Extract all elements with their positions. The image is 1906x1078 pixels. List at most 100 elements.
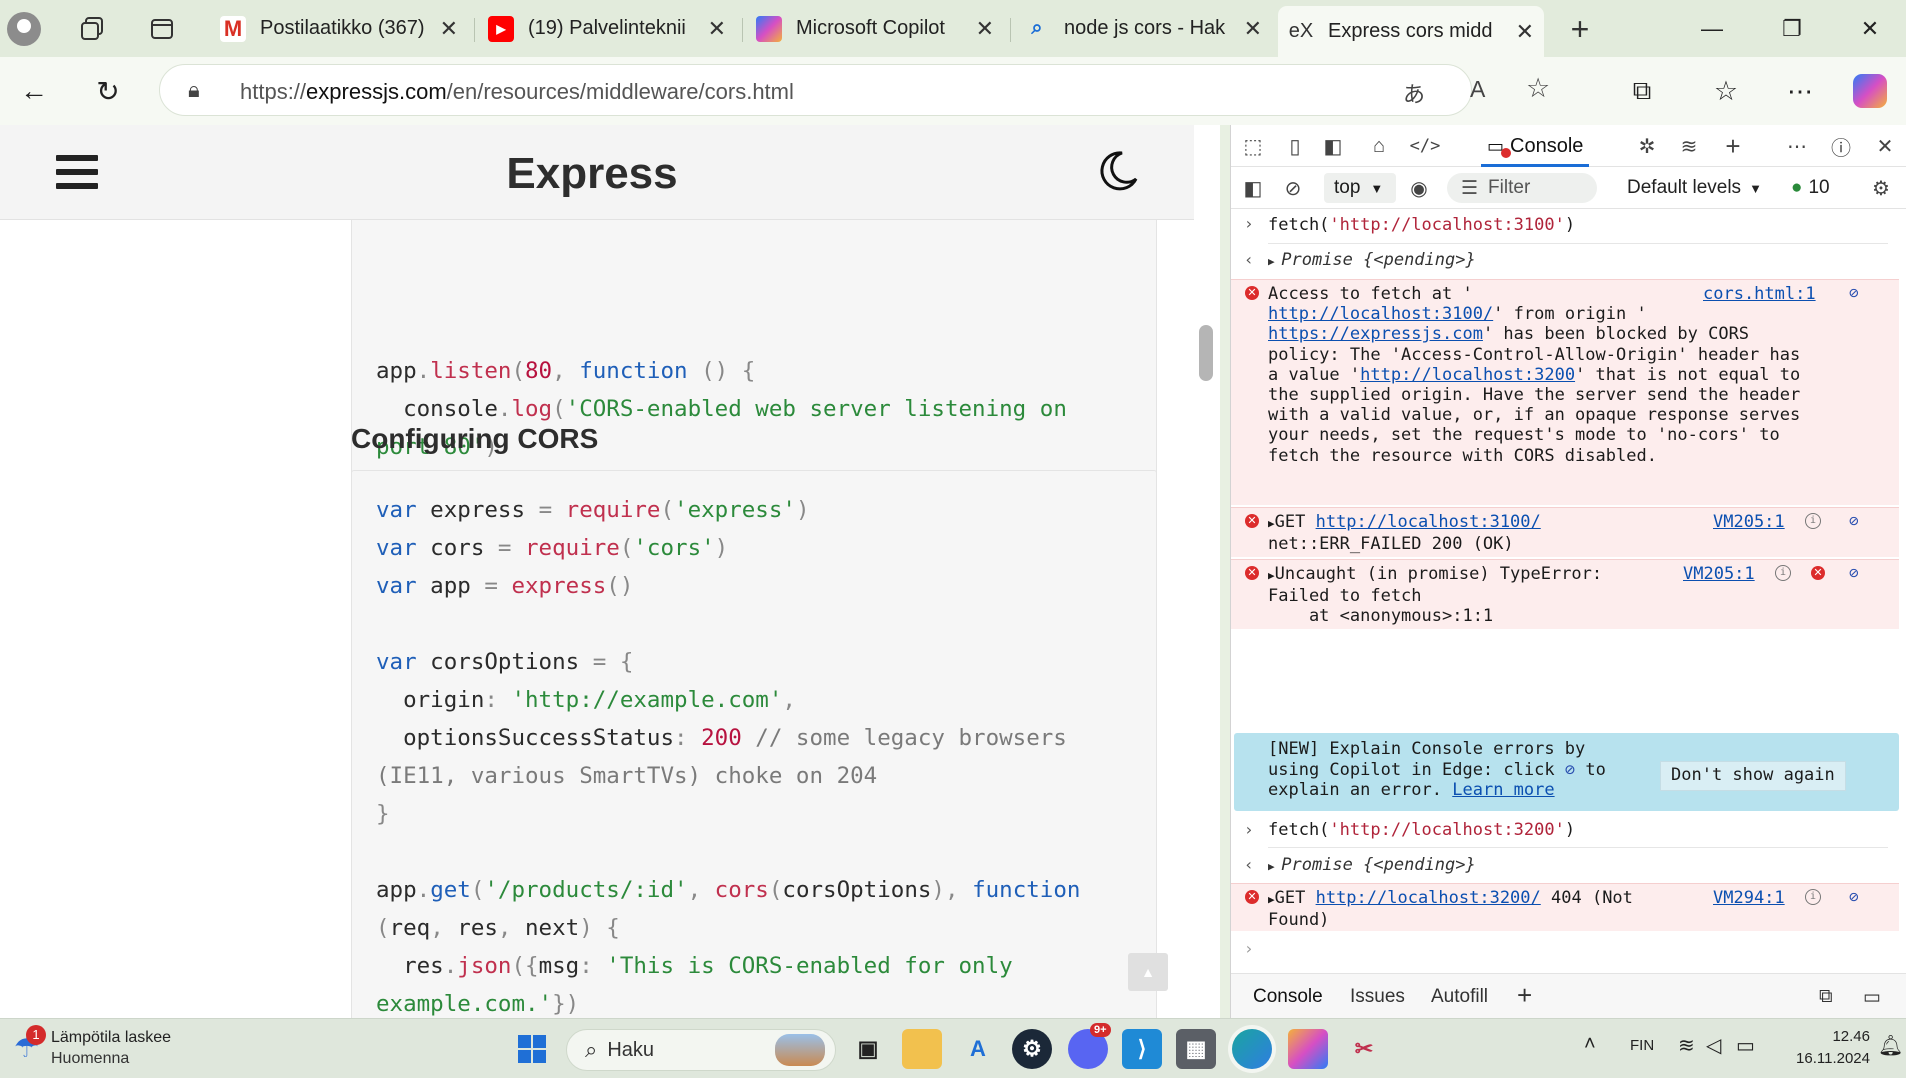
console-prompt[interactable]: › <box>1231 937 1899 967</box>
network-panel-icon[interactable]: i <box>1775 565 1791 581</box>
header-value-link[interactable]: http://localhost:3200 <box>1360 365 1575 385</box>
scroll-to-top-button[interactable]: ▲ <box>1128 953 1168 991</box>
url-text[interactable]: https://expressjs.com/en/resources/middl… <box>240 79 794 105</box>
clear-console-icon[interactable]: ⊘ <box>1277 173 1309 203</box>
weather-widget[interactable]: ☂ 1 Lämpötila laskee Huomenna <box>14 1025 194 1071</box>
favorites-icon[interactable]: ☆ <box>1704 69 1748 113</box>
network-panel-icon[interactable]: i <box>1805 889 1821 905</box>
dock-side-icon[interactable]: ◧ <box>1317 131 1349 161</box>
live-expression-eye-icon[interactable]: ◉ <box>1403 173 1435 203</box>
promise-result[interactable]: ▶ Promise {<pending>} <box>1268 855 1476 877</box>
welcome-home-icon[interactable]: ⌂ <box>1363 131 1395 161</box>
request-url-link[interactable]: http://localhost:3100/ <box>1316 512 1541 532</box>
network-icon[interactable]: ≋ <box>1673 131 1705 161</box>
back-icon[interactable]: ← <box>12 69 56 113</box>
error-badge-icon[interactable]: ✕ <box>1811 566 1825 580</box>
task-view-icon[interactable]: ▣ <box>848 1029 888 1069</box>
steam-icon[interactable]: ⚙ <box>1012 1029 1052 1069</box>
copilot-explain-icon[interactable]: ⊘ <box>1849 512 1867 530</box>
learn-more-link[interactable]: Learn more <box>1452 780 1554 800</box>
close-window-icon[interactable]: ✕ <box>1830 0 1906 57</box>
copilot-explain-icon[interactable]: ⊘ <box>1849 564 1867 582</box>
language-indicator[interactable]: FIN <box>1630 1037 1654 1054</box>
tab-express[interactable]: eX Express cors midd ✕ <box>1278 6 1544 57</box>
notifications-bell-icon[interactable]: 🔔︎ <box>1878 1033 1903 1058</box>
app-icon[interactable]: A <box>958 1029 998 1069</box>
new-tab-icon[interactable]: + <box>1560 9 1600 49</box>
snipping-tool-icon[interactable]: ✂ <box>1344 1029 1384 1069</box>
close-tab-icon[interactable]: ✕ <box>440 16 458 42</box>
debugger-icon[interactable]: ✲ <box>1631 131 1663 161</box>
drawer-tab-issues[interactable]: Issues <box>1350 986 1405 1008</box>
source-link[interactable]: VM294:1 <box>1713 888 1785 908</box>
source-link[interactable]: VM205:1 <box>1713 512 1785 532</box>
origin-link[interactable]: https://expressjs.com <box>1268 324 1483 344</box>
request-url-link[interactable]: http://localhost:3200/ <box>1316 888 1541 908</box>
close-tab-icon[interactable]: ✕ <box>976 16 994 42</box>
network-error-text[interactable]: ▶GET http://localhost:3200/ 404 (Not Fou… <box>1268 888 1633 930</box>
console-input[interactable]: fetch('http://localhost:3100') <box>1268 215 1575 235</box>
paint-icon[interactable] <box>1288 1029 1328 1069</box>
tab-console[interactable]: ▭ Console <box>1481 129 1590 167</box>
drawer-tab-console[interactable]: Console <box>1253 986 1323 1008</box>
filter-input[interactable]: ☰ Filter <box>1447 173 1597 203</box>
page-scrollbar[interactable] <box>1199 325 1213 381</box>
drawer-add-tab-icon[interactable]: + <box>1517 980 1532 1011</box>
tab-copilot[interactable]: Microsoft Copilot ✕ <box>746 6 1004 51</box>
more-tools-plus-icon[interactable]: + <box>1717 131 1749 161</box>
workspaces-icon[interactable] <box>72 9 112 49</box>
calculator-icon[interactable]: ▦ <box>1176 1029 1216 1069</box>
source-link[interactable]: VM205:1 <box>1683 564 1755 584</box>
dont-show-again-button[interactable]: Don't show again <box>1660 761 1846 791</box>
extensions-icon[interactable]: ⧉ <box>1620 69 1664 113</box>
drawer-collapse-icon[interactable]: ▭ <box>1863 986 1881 1009</box>
restore-icon[interactable]: ❐ <box>1752 0 1832 57</box>
battery-icon[interactable]: ▭ <box>1736 1033 1755 1058</box>
address-bar[interactable]: 🔒︎ https://expressjs.com/en/resources/mi… <box>159 64 1550 116</box>
close-tab-icon[interactable]: ✕ <box>1516 19 1534 45</box>
profile-avatar[interactable] <box>4 9 44 49</box>
site-title[interactable]: Express <box>0 149 1184 199</box>
console-settings-gear-icon[interactable]: ⚙ <box>1865 173 1897 203</box>
favorite-star-icon[interactable]: ☆ <box>1526 73 1550 104</box>
log-levels-dropdown[interactable]: Default levels ▼ <box>1627 177 1762 199</box>
vscode-icon[interactable]: ⟩ <box>1122 1029 1162 1069</box>
copilot-explain-icon[interactable]: ⊘ <box>1849 284 1867 302</box>
wifi-icon[interactable]: ≋ <box>1678 1033 1695 1058</box>
drawer-tab-autofill[interactable]: Autofill <box>1431 986 1488 1008</box>
dark-mode-icon[interactable] <box>1096 149 1140 193</box>
taskbar-search[interactable]: ⌕ Haku <box>566 1029 836 1071</box>
copilot-sidebar-icon[interactable] <box>1848 69 1892 113</box>
sidebar-toggle-icon[interactable]: ◧ <box>1237 173 1269 203</box>
context-selector[interactable]: top ▼ <box>1324 173 1396 203</box>
close-tab-icon[interactable]: ✕ <box>1244 16 1262 42</box>
device-emulation-icon[interactable]: ▯ <box>1279 131 1311 161</box>
volume-icon[interactable]: ◁ <box>1706 1033 1721 1058</box>
close-devtools-icon[interactable]: ✕ <box>1869 131 1901 161</box>
message-count-badge[interactable]: ● 10 <box>1791 177 1830 199</box>
minimize-icon[interactable]: — <box>1672 0 1752 57</box>
edge-browser-icon[interactable] <box>1232 1029 1272 1069</box>
help-icon[interactable]: ⓘ <box>1825 131 1857 161</box>
network-panel-icon[interactable]: i <box>1805 513 1821 529</box>
elements-icon[interactable]: </> <box>1409 131 1441 161</box>
inspect-element-icon[interactable]: ⬚ <box>1237 131 1269 161</box>
close-tab-icon[interactable]: ✕ <box>708 16 726 42</box>
network-error-text[interactable]: ▶GET http://localhost:3100/ net::ERR_FAI… <box>1268 512 1541 554</box>
show-hidden-icons[interactable]: ˄ <box>1584 1033 1596 1056</box>
refresh-icon[interactable]: ↻ <box>86 69 130 113</box>
tab-gmail[interactable]: M Postilaatikko (367) ✕ <box>210 6 468 51</box>
uncaught-error-text[interactable]: ▶Uncaught (in promise) TypeError: Failed… <box>1268 564 1602 627</box>
devtools-more-icon[interactable]: ⋯ <box>1781 131 1813 161</box>
more-menu-icon[interactable]: ⋯ <box>1778 69 1822 113</box>
console-input[interactable]: fetch('http://localhost:3200') <box>1268 820 1575 840</box>
promise-result[interactable]: ▶ Promise {<pending>} <box>1268 250 1476 272</box>
error-url-link[interactable]: http://localhost:3100/ <box>1268 304 1493 324</box>
start-button-icon[interactable] <box>512 1029 552 1069</box>
file-explorer-icon[interactable] <box>902 1029 942 1069</box>
translate-icon[interactable]: あ <box>1403 77 1425 109</box>
site-info-icon[interactable]: 🔒︎ <box>188 77 200 103</box>
read-aloud-icon[interactable]: A <box>1470 76 1485 103</box>
chat-icon[interactable]: 9+ <box>1068 1023 1111 1069</box>
clock[interactable]: 12.46 16.11.2024 <box>1770 1026 1870 1070</box>
